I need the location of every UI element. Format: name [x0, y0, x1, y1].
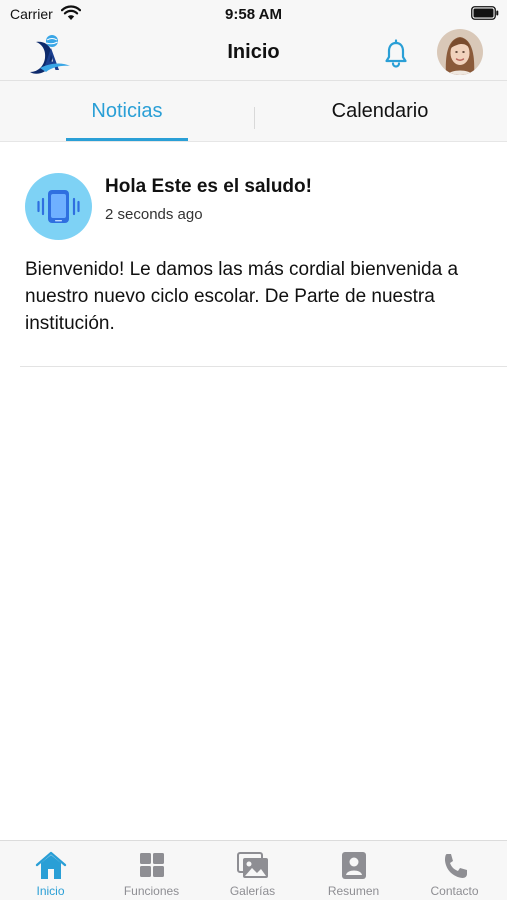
tabbar-label-galerias: Galerías — [229, 884, 276, 898]
tabbar-item-funciones[interactable]: Funciones — [101, 841, 202, 900]
tabbar-item-inicio[interactable]: Inicio — [0, 841, 101, 900]
tabbar-item-resumen[interactable]: Resumen — [303, 841, 404, 900]
nav-bar: Inicio — [0, 28, 507, 81]
selected-tab-indicator — [66, 138, 188, 141]
tab-calendario[interactable]: Calendario — [253, 81, 507, 141]
segment-tabs: Noticias Calendario — [0, 81, 507, 142]
tabbar-label-inicio: Inicio — [36, 884, 65, 898]
profile-card-icon — [341, 852, 366, 879]
user-avatar[interactable] — [437, 29, 483, 75]
battery-icon — [471, 6, 499, 20]
phone-icon — [444, 854, 467, 878]
status-bar: Carrier 9:58 AM — [0, 0, 507, 28]
news-title: Hola Este es el saludo! — [105, 176, 312, 197]
tabbar-label-resumen: Resumen — [327, 884, 380, 898]
tabbar-item-contacto[interactable]: Contacto — [404, 841, 505, 900]
tab-noticias[interactable]: Noticias — [0, 81, 254, 141]
bottom-tab-bar: Inicio Funciones Galerías Resumen Contac… — [0, 840, 507, 900]
bell-icon[interactable] — [380, 38, 412, 70]
grid-icon — [139, 853, 164, 877]
tabbar-label-contacto: Contacto — [430, 884, 479, 898]
list-separator — [20, 366, 507, 367]
news-avatar — [25, 173, 92, 240]
phone-vibrate-icon — [37, 190, 80, 223]
tabbar-item-galerias[interactable]: Galerías — [202, 841, 303, 900]
page-title: Inicio — [227, 41, 280, 63]
news-timestamp: 2 seconds ago — [105, 206, 203, 223]
news-body: Bienvenido! Le damos las más cordial bie… — [25, 259, 459, 334]
tabbar-label-funciones: Funciones — [123, 884, 180, 898]
news-list-item[interactable]: Hola Este es el saludo! 2 seconds ago Bi… — [0, 142, 507, 366]
home-icon — [35, 851, 66, 879]
status-time: 9:58 AM — [225, 6, 282, 23]
avatar-image — [437, 29, 483, 75]
gallery-icon — [236, 852, 268, 878]
app-screen: Carrier 9:58 AM Inicio Noticias Calendar… — [0, 0, 507, 900]
